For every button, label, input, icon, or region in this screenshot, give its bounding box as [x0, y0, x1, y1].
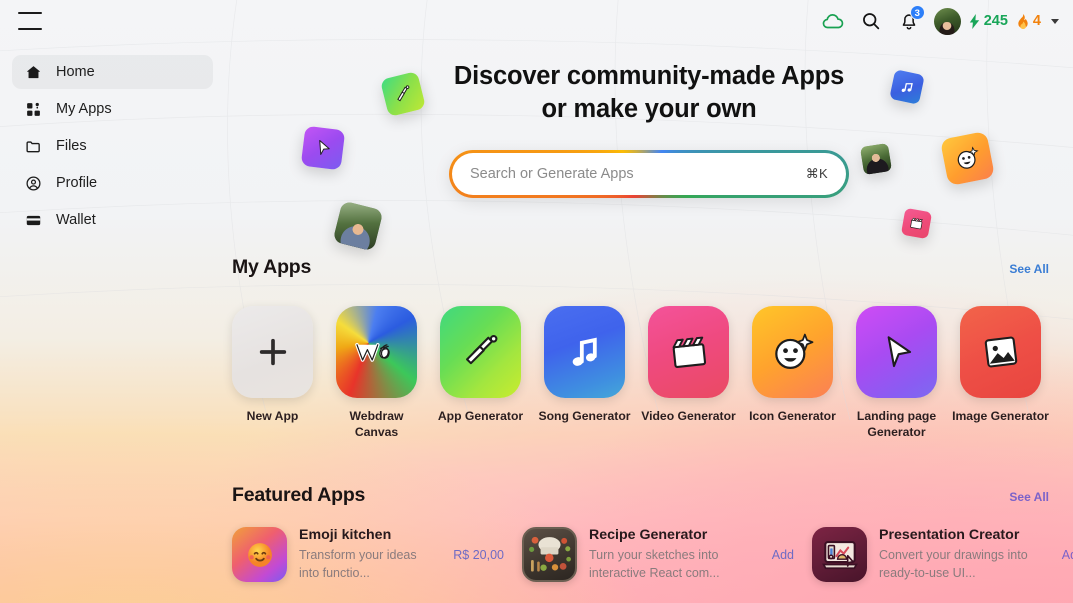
featured-apps-see-all-link[interactable]: See All: [1009, 490, 1049, 504]
app-card-new-app[interactable]: New App: [232, 306, 313, 441]
app-root: 3 245 4 Home My Apps Files Profile Walle…: [0, 0, 1073, 603]
sidebar-item-my-apps[interactable]: My Apps: [12, 92, 213, 126]
my-apps-grid: New App Webdraw Canvas App Generator Son…: [232, 306, 1049, 441]
user-circle-icon: [24, 174, 42, 192]
sidebar-item-home[interactable]: Home: [12, 55, 213, 89]
header-actions: 3 245 4: [814, 2, 1073, 40]
featured-app-price[interactable]: R$ 20,00: [449, 548, 504, 562]
notification-badge: 3: [909, 5, 925, 20]
app-label: Song Generator: [538, 409, 631, 423]
featured-app-name: Emoji kitchen: [299, 527, 392, 543]
photo-floating-icon-left: [332, 200, 384, 252]
featured-app-name: Presentation Creator: [879, 527, 1020, 543]
hero-title-line-2: or make your own: [541, 95, 757, 124]
streak-indicator[interactable]: 4: [1016, 13, 1041, 29]
app-card-landing-page-generator[interactable]: Landing page Generator: [856, 306, 937, 441]
app-label: App Generator: [437, 409, 524, 423]
featured-card-presentation-creator[interactable]: Presentation Creator Convert your drawin…: [812, 527, 1073, 583]
search-input[interactable]: [470, 166, 806, 183]
wallet-icon: [24, 211, 42, 229]
cursor-arrow-icon: [856, 306, 937, 398]
streak-value: 4: [1032, 13, 1041, 29]
featured-apps-section-header: Featured Apps See All: [232, 484, 1049, 507]
sidebar-item-label: Home: [56, 64, 95, 80]
sidebar-item-wallet[interactable]: Wallet: [12, 203, 213, 237]
photo-frame-icon: [960, 306, 1041, 398]
points-indicator[interactable]: 245: [968, 13, 1008, 29]
sidebar-item-label: Wallet: [56, 212, 96, 228]
top-header: 3 245 4: [0, 0, 1073, 42]
presentation-creator-icon: [812, 527, 867, 583]
cloud-icon[interactable]: [814, 2, 852, 40]
sidebar-item-profile[interactable]: Profile: [12, 166, 213, 200]
app-label: Webdraw Canvas: [349, 409, 404, 439]
app-card-song-generator[interactable]: Song Generator: [538, 306, 631, 441]
sidebar: Home My Apps Files Profile Wallet: [0, 52, 225, 240]
emoji-kitchen-icon: [232, 527, 287, 583]
search-shortcut-hint: ⌘K: [805, 166, 828, 182]
webdraw-logo-icon: [336, 306, 417, 398]
featured-apps-title: Featured Apps: [232, 484, 366, 506]
featured-app-desc: Turn your sketches into interactive Reac…: [589, 547, 720, 580]
my-apps-title: My Apps: [232, 256, 312, 278]
lightning-bolt-icon: [969, 13, 979, 29]
grid-apps-icon: [24, 100, 42, 118]
app-card-icon-generator[interactable]: Icon Generator: [749, 306, 836, 441]
featured-app-desc: Convert your drawings into ready-to-use …: [879, 547, 1028, 580]
plus-icon: [232, 306, 313, 398]
hero-section: Discover community-made Apps or make you…: [225, 60, 1073, 199]
app-card-image-generator[interactable]: Image Generator: [952, 306, 1049, 441]
my-apps-section-header: My Apps See All: [232, 256, 1049, 279]
app-label: Landing page Generator: [856, 409, 937, 439]
app-card-app-generator[interactable]: App Generator: [438, 306, 523, 441]
folder-icon: [24, 137, 42, 155]
app-generator-icon: [440, 306, 521, 398]
app-label: Icon Generator: [749, 409, 836, 423]
featured-apps-list: Emoji kitchen Transform your ideas into …: [232, 527, 1073, 583]
points-value: 245: [983, 13, 1008, 29]
chevron-down-icon[interactable]: [1051, 18, 1059, 24]
app-label: New App: [246, 409, 299, 423]
featured-app-add-button[interactable]: Add: [768, 548, 794, 562]
featured-card-recipe-generator[interactable]: Recipe Generator Turn your sketches into…: [522, 527, 794, 583]
search-icon[interactable]: [852, 2, 890, 40]
featured-app-name: Recipe Generator: [589, 527, 708, 543]
hamburger-menu-icon[interactable]: [18, 12, 42, 30]
app-label: Video Generator: [641, 409, 736, 423]
music-note-icon: [544, 306, 625, 398]
smiley-sparkle-icon: [752, 306, 833, 398]
avatar[interactable]: [933, 7, 961, 35]
featured-card-text: Recipe Generator Turn your sketches into…: [589, 527, 756, 582]
featured-app-add-button[interactable]: Add: [1058, 548, 1073, 562]
sidebar-item-label: Files: [56, 138, 87, 154]
sidebar-item-label: Profile: [56, 175, 98, 191]
hero-title-line-1: Discover community-made Apps: [453, 62, 845, 90]
featured-card-emoji-kitchen[interactable]: Emoji kitchen Transform your ideas into …: [232, 527, 504, 583]
featured-card-text: Emoji kitchen Transform your ideas into …: [299, 527, 437, 582]
sidebar-item-label: My Apps: [56, 101, 112, 117]
app-label: Image Generator: [952, 409, 1049, 423]
recipe-generator-icon: [522, 527, 577, 583]
featured-app-desc: Transform your ideas into functio...: [299, 547, 417, 580]
app-card-webdraw-canvas[interactable]: Webdraw Canvas: [336, 306, 417, 441]
search-bar[interactable]: ⌘K: [449, 150, 849, 199]
featured-card-text: Presentation Creator Convert your drawin…: [879, 527, 1046, 582]
app-card-video-generator[interactable]: Video Generator: [641, 306, 736, 441]
sidebar-item-files[interactable]: Files: [12, 129, 213, 163]
my-apps-see-all-link[interactable]: See All: [1009, 262, 1049, 276]
home-icon: [24, 63, 42, 81]
video-floating-icon: [900, 207, 933, 240]
page-title: Discover community-made Apps or make you…: [389, 60, 909, 126]
notification-bell-icon[interactable]: 3: [890, 2, 928, 40]
fire-icon: [1018, 13, 1028, 29]
clapperboard-icon: [648, 306, 729, 398]
